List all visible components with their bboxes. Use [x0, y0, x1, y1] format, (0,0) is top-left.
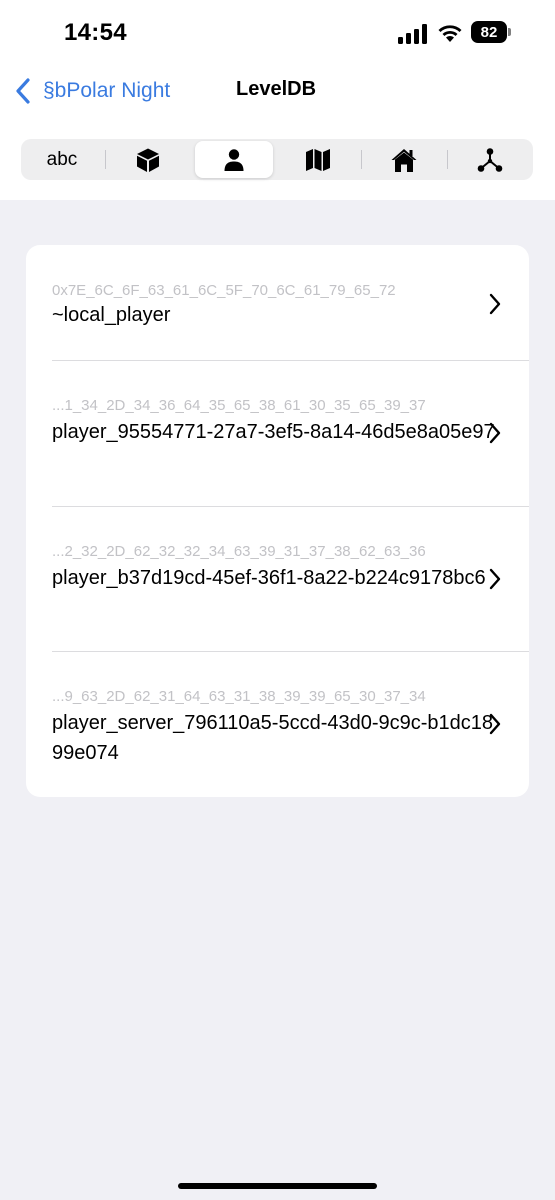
category-segmented-control: abc: [21, 139, 533, 180]
entry-name: player_95554771-27a7-3ef5-8a14-46d5e8a05…: [52, 421, 495, 443]
map-icon: [306, 148, 330, 171]
segment-divider: [447, 150, 448, 169]
chevron-right-icon: [489, 422, 501, 444]
cube-icon: [137, 148, 159, 172]
segment-home[interactable]: [365, 141, 443, 178]
entries-list: 0x7E_6C_6F_63_61_6C_5F_70_6C_61_79_65_72…: [26, 245, 529, 797]
house-icon: [391, 148, 417, 172]
status-time: 14:54: [64, 19, 127, 46]
person-icon: [224, 148, 244, 171]
chevron-right-icon: [489, 568, 501, 590]
battery-level: 82: [471, 21, 507, 43]
wifi-icon: [438, 25, 462, 42]
entry-name: player_b37d19cd-45ef-36f1-8a22-b224c9178…: [52, 567, 486, 589]
chevron-right-icon: [489, 713, 501, 735]
segment-text[interactable]: abc: [23, 141, 101, 178]
battery-cap: [508, 28, 511, 36]
entry-name: ~local_player: [52, 304, 171, 326]
chevron-right-icon: [489, 293, 501, 315]
entry-name: player_server_796110a5-5ccd-43d0-9c9c-b1…: [52, 712, 494, 764]
list-item[interactable]: 0x7E_6C_6F_63_61_6C_5F_70_6C_61_79_65_72…: [26, 245, 529, 361]
battery-icon: 82: [471, 21, 511, 43]
list-item[interactable]: ...2_32_2D_62_32_32_34_63_39_31_37_38_62…: [26, 507, 529, 652]
entry-key-hex: 0x7E_6C_6F_63_61_6C_5F_70_6C_61_79_65_72: [52, 282, 396, 299]
segment-network[interactable]: [451, 141, 529, 178]
segment-map[interactable]: [279, 141, 357, 178]
home-indicator[interactable]: [178, 1183, 377, 1189]
header-area: 14:54 82 §bPolar Night LevelDB abc: [0, 0, 555, 200]
list-item[interactable]: ...9_63_2D_62_31_64_63_31_38_39_39_65_30…: [26, 652, 529, 797]
entry-key-hex: ...2_32_2D_62_32_32_34_63_39_31_37_38_62…: [52, 543, 426, 560]
page-title: LevelDB: [236, 78, 317, 100]
list-item[interactable]: ...1_34_2D_34_36_64_35_65_38_61_30_35_65…: [26, 361, 529, 506]
segment-cube[interactable]: [109, 141, 187, 178]
navigation-bar: §bPolar Night LevelDB: [0, 66, 555, 116]
segment-divider: [105, 150, 106, 169]
segment-player[interactable]: [195, 141, 273, 178]
segment-divider: [361, 150, 362, 169]
back-label: §bPolar Night: [43, 79, 171, 102]
back-button[interactable]: §bPolar Night: [14, 74, 170, 108]
signal-icon: [398, 24, 427, 44]
segment-text-label: abc: [46, 148, 78, 170]
entry-key-hex: ...1_34_2D_34_36_64_35_65_38_61_30_35_65…: [52, 397, 426, 414]
network-icon: [477, 147, 503, 172]
chevron-left-icon: [16, 78, 30, 104]
entry-key-hex: ...9_63_2D_62_31_64_63_31_38_39_39_65_30…: [52, 688, 426, 705]
status-bar: 14:54 82: [0, 0, 555, 66]
